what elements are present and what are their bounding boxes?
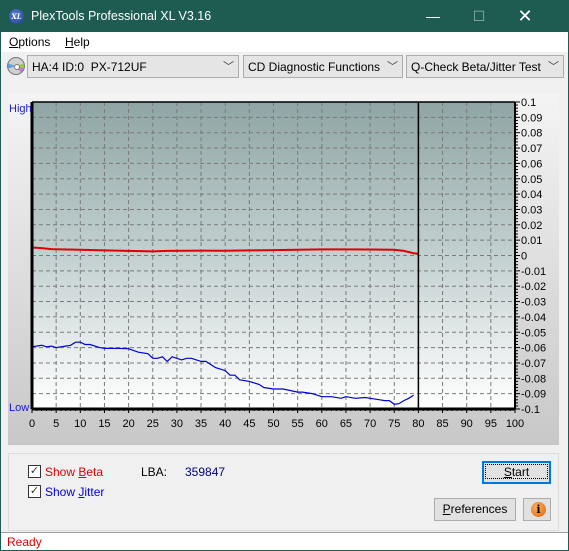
drive-select[interactable]: HA:4 ID:0 PX-712UF ﹀ (27, 55, 239, 78)
y-tick-label: 0.08 (521, 128, 542, 140)
menu-options-accel: O (9, 35, 19, 49)
show-beta-label-post: eta (86, 465, 104, 479)
beta-jitter-chart: 0 5 10 15 20 25 30 35 40 45 50 55 60 65 70 75 80 85 90 95 10… (9, 97, 546, 430)
x-tick-label: 55 (292, 418, 304, 430)
y-tick-label: 0.02 (521, 220, 542, 232)
x-tick-label: 20 (122, 418, 134, 430)
x-tick-label: 60 (316, 418, 328, 430)
x-tick-label: 15 (98, 418, 110, 430)
function-select[interactable]: CD Diagnostic Functions ﹀ (243, 55, 403, 78)
menu-help-accel: H (65, 35, 74, 49)
y-tick-label: 0.07 (521, 143, 542, 155)
x-tick-label: 100 (506, 418, 524, 430)
y-tick-label: -0.1 (521, 404, 540, 416)
show-beta-label[interactable]: Show Beta (45, 465, 103, 479)
y-tick-label: -0.08 (521, 373, 546, 385)
x-tick-label: 30 (171, 418, 183, 430)
maximize-button[interactable]: ☐ (456, 1, 502, 32)
test-select[interactable]: Q-Check Beta/Jitter Test ﹀ (406, 55, 564, 78)
test-select-value: Q-Check Beta/Jitter Test (411, 60, 541, 74)
minimize-button[interactable]: — (410, 1, 456, 32)
y-tick-label: 0.03 (521, 204, 542, 216)
x-tick-label: 40 (219, 418, 231, 430)
x-tick-label: 85 (436, 418, 448, 430)
start-button[interactable]: Start (482, 461, 551, 484)
drive-select-value: HA:4 ID:0 PX-712UF (32, 60, 147, 74)
y-tick-label: 0.04 (521, 189, 542, 201)
chevron-down-icon: ﹀ (548, 61, 559, 73)
window-title: PlexTools Professional XL V3.16 (31, 9, 212, 23)
menu-options[interactable]: Options (9, 35, 50, 49)
y-tick-label: -0.05 (521, 327, 546, 339)
x-tick-label: 50 (267, 418, 279, 430)
x-tick-label: 45 (243, 418, 255, 430)
controls-panel: ✓ Show Beta ✓ Show Jitter LBA: 359847 St… (8, 453, 559, 531)
show-beta-label-pre: Show (45, 465, 79, 479)
info-icon: i (531, 502, 546, 517)
y-tick-label: -0.03 (521, 297, 546, 309)
y-tick-label: 0.09 (521, 112, 542, 124)
lba-value: 359847 (185, 465, 226, 479)
start-accel: S (503, 465, 512, 479)
x-tick-label: 35 (195, 418, 207, 430)
status-text: Ready (7, 535, 42, 549)
x-tick-label: 10 (74, 418, 86, 430)
close-button[interactable]: ✕ (502, 1, 548, 32)
y-tick-label: 0.05 (521, 174, 542, 186)
app-window: XL PlexTools Professional XL V3.16 — ☐ ✕… (0, 0, 569, 551)
x-tick-label: 70 (364, 418, 376, 430)
x-tick-label: 95 (485, 418, 497, 430)
x-tick-label: 25 (147, 418, 159, 430)
x-tick-label: 0 (29, 418, 35, 430)
function-select-value: CD Diagnostic Functions (248, 60, 381, 74)
show-jitter-label-pre: Show (45, 485, 79, 499)
y-tick-label: -0.02 (521, 281, 546, 293)
lba-label: LBA: (141, 465, 168, 479)
y-tick-label: 0.1 (521, 97, 536, 109)
show-jitter-label-post: itter (84, 485, 105, 499)
preferences-accel: P (442, 502, 451, 516)
y-tick-label: 0.01 (521, 235, 542, 247)
cd-drive-icon (7, 57, 25, 75)
y-tick-label: -0.09 (521, 389, 546, 401)
info-button[interactable]: i (523, 498, 551, 521)
show-jitter-label[interactable]: Show Jitter (45, 485, 104, 499)
x-tick-label: 65 (340, 418, 352, 430)
menu-help[interactable]: Help (65, 35, 90, 49)
chevron-down-icon: ﹀ (223, 61, 234, 73)
preferences-button[interactable]: Preferences (434, 498, 516, 521)
toolbar: HA:4 ID:0 PX-712UF ﹀ CD Diagnostic Funct… (1, 52, 568, 81)
start-label-rest: tart (511, 465, 530, 479)
high-label: High (9, 103, 32, 115)
show-jitter-checkbox[interactable]: ✓ (28, 485, 41, 498)
y-tick-label: -0.07 (521, 358, 546, 370)
chevron-down-icon: ﹀ (387, 61, 398, 73)
x-tick-label: 5 (53, 418, 59, 430)
chart-panel: 0 5 10 15 20 25 30 35 40 45 50 55 60 65 70 75 80 85 90 95 10… (8, 93, 559, 445)
preferences-label-rest: references (450, 502, 508, 516)
menu-help-rest: elp (73, 35, 90, 49)
x-tick-label: 80 (412, 418, 424, 430)
y-tick-label: -0.06 (521, 343, 546, 355)
y-tick-label: 0.06 (521, 158, 542, 170)
x-tick-label: 75 (388, 418, 400, 430)
title-bar: XL PlexTools Professional XL V3.16 — ☐ ✕ (1, 1, 568, 32)
status-bar: Ready (1, 532, 568, 550)
y-tick-label: -0.04 (521, 312, 546, 324)
x-tick-label: 90 (461, 418, 473, 430)
menu-options-rest: ptions (18, 35, 51, 49)
y-tick-label: -0.01 (521, 266, 546, 278)
y-tick-label: 0 (521, 251, 527, 263)
show-beta-checkbox[interactable]: ✓ (28, 465, 41, 478)
menu-bar: Options Help (1, 32, 568, 52)
app-logo-icon: XL (9, 9, 24, 24)
low-label: Low (9, 402, 29, 414)
